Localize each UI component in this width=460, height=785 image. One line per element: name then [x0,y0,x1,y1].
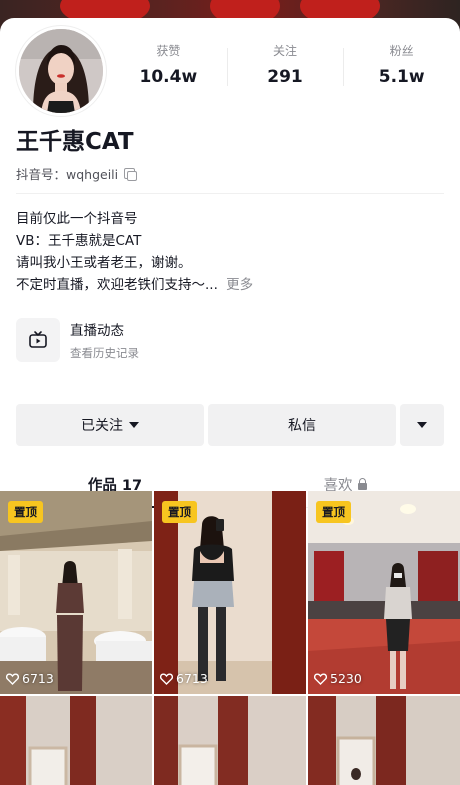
divider [16,193,444,194]
like-count: 6713 [160,671,208,686]
video-thumbnail[interactable]: 置顶 6713 [154,491,306,694]
like-count-value: 6713 [22,671,54,686]
pinned-badge: 置顶 [8,501,43,523]
avatar-image [19,29,103,113]
bio-line: 不定时直播，欢迎老铁们支持～... 更多 [16,274,253,296]
heart-icon [314,672,327,685]
live-icon-box [16,318,60,362]
video-cover-image [154,696,306,785]
stat-value: 291 [267,67,303,87]
douyin-id-text: 抖音号：wqhgeili [16,167,119,182]
video-grid: 置顶 6713 置顶 6713 置顶 5230 [0,491,460,785]
caret-down-icon [129,422,139,428]
like-count: 5230 [314,671,362,686]
stat-value: 5.1w [378,67,425,87]
bio-line: VB：王千惠就是CAT [16,233,142,249]
stat-label: 获赞 [156,44,181,58]
bio-more-link[interactable]: 更多 [226,277,253,293]
bio-line: 请叫我小王或者老王，谢谢。 [16,255,192,271]
heart-icon [6,672,19,685]
pinned-badge: 置顶 [162,501,197,523]
live-record-entry[interactable]: 直播动态 查看历史记录 [16,318,139,362]
stat-value: 10.4w [139,67,198,87]
copy-icon[interactable] [124,168,138,181]
live-tv-icon [29,331,47,348]
video-cover-image [0,696,152,785]
stat-label: 粉丝 [389,44,414,58]
bio-line: 目前仅此一个抖音号 [16,211,138,227]
stat-followers[interactable]: 粉丝 5.1w [343,38,460,100]
message-button-label: 私信 [288,418,316,434]
followed-button-label: 已关注 [81,418,123,434]
video-thumbnail[interactable]: 置顶 5230 [308,491,460,694]
video-cover-image [308,696,460,785]
like-count-value: 6713 [176,671,208,686]
profile-actions: 已关注 私信 [16,404,444,446]
like-count: 6713 [6,671,54,686]
profile-stats: 获赞 10.4w 关注 291 粉丝 5.1w [110,38,460,100]
stat-label: 关注 [273,44,298,58]
live-title: 直播动态 [70,323,124,339]
pinned-badge: 置顶 [316,501,351,523]
video-thumbnail[interactable] [0,696,152,785]
like-count-value: 5230 [330,671,362,686]
avatar[interactable] [16,26,106,116]
message-button[interactable]: 私信 [208,404,396,446]
video-thumbnail[interactable] [154,696,306,785]
stat-likes[interactable]: 获赞 10.4w [110,38,227,100]
douyin-id: 抖音号：wqhgeili [16,164,138,183]
stat-following[interactable]: 关注 291 [226,38,344,100]
heart-icon [160,672,173,685]
profile-bio[interactable]: 目前仅此一个抖音号 VB：王千惠就是CAT 请叫我小王或者老王，谢谢。 不定时直… [16,208,253,296]
followed-button[interactable]: 已关注 [16,404,204,446]
video-thumbnail[interactable]: 置顶 6713 [0,491,152,694]
profile-name: 王千惠CAT [16,129,134,155]
bio-line-text: 不定时直播，欢迎老铁们支持～... [16,277,218,293]
caret-down-icon [417,422,427,428]
more-options-button[interactable] [400,404,444,446]
live-subtitle: 查看历史记录 [70,346,139,360]
video-thumbnail[interactable] [308,696,460,785]
lock-icon [357,477,367,490]
live-text: 直播动态 查看历史记录 [70,319,139,361]
